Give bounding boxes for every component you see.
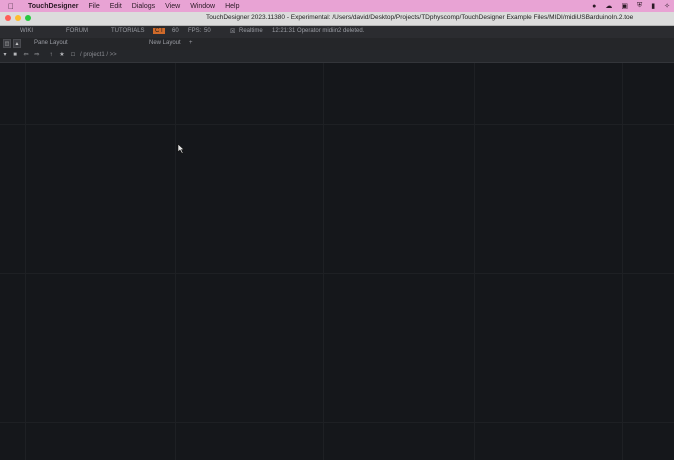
creative-cloud-icon[interactable]: ☁ bbox=[605, 2, 612, 10]
status-message: 12:21:31 Operator midiin2 deleted. bbox=[272, 28, 365, 34]
grid-line bbox=[175, 63, 176, 460]
tutorials-button[interactable]: TUTORIALS bbox=[111, 28, 145, 34]
grid-line bbox=[323, 63, 324, 460]
perf-value: 60 bbox=[172, 28, 179, 34]
chevron-down-icon[interactable]: ▾ bbox=[1, 51, 9, 60]
fps-label: FPS: bbox=[188, 28, 202, 34]
menu-help[interactable]: Help bbox=[225, 3, 239, 10]
realtime-checkbox-icon[interactable]: ☒ bbox=[230, 28, 235, 35]
window-title: TouchDesigner 2023.11380 - Experimental:… bbox=[206, 14, 634, 21]
record-icon[interactable]: ● bbox=[592, 3, 596, 10]
new-layout-button[interactable]: New Layout bbox=[149, 40, 181, 46]
pane-split-icon[interactable]: ◫ bbox=[3, 39, 11, 48]
shield-icon[interactable]: ⛨ bbox=[637, 2, 642, 10]
forum-button[interactable]: FORUM bbox=[66, 28, 88, 34]
network-path[interactable]: / project1 / >> bbox=[80, 52, 117, 58]
menu-file[interactable]: File bbox=[88, 3, 99, 10]
network-nav-bar: ▾ ■ ⇦ ⇨ ↑ ★ □ / project1 / >> bbox=[0, 50, 674, 63]
up-icon[interactable]: ↑ bbox=[47, 51, 55, 60]
pane-type-icon[interactable]: ▲ bbox=[13, 39, 21, 48]
grid-line bbox=[25, 63, 26, 460]
grid-line bbox=[0, 422, 674, 423]
app-icon[interactable]: ▣ bbox=[621, 2, 628, 10]
app-menu[interactable]: TouchDesigner bbox=[28, 3, 78, 10]
battery-icon[interactable]: ▮ bbox=[651, 2, 655, 10]
minimize-button[interactable] bbox=[15, 15, 21, 21]
grid-line bbox=[622, 63, 623, 460]
forward-icon[interactable]: ⇨ bbox=[33, 51, 41, 60]
zoom-button[interactable] bbox=[25, 15, 31, 21]
menu-window[interactable]: Window bbox=[190, 3, 215, 10]
wiki-button[interactable]: WIKI bbox=[20, 28, 33, 34]
menu-edit[interactable]: Edit bbox=[110, 3, 122, 10]
pane-layout-button[interactable]: Pane Layout bbox=[34, 40, 68, 46]
grid-line bbox=[0, 124, 674, 125]
close-button[interactable] bbox=[5, 15, 11, 21]
apple-icon[interactable]:  bbox=[8, 2, 18, 11]
stop-icon[interactable]: ■ bbox=[11, 51, 19, 60]
add-layout-button[interactable]: + bbox=[189, 40, 193, 46]
realtime-label[interactable]: Realtime bbox=[239, 28, 263, 34]
menu-dialogs[interactable]: Dialogs bbox=[132, 3, 155, 10]
mouse-cursor-icon bbox=[177, 144, 185, 154]
grid-line bbox=[0, 273, 674, 274]
menu-bar:  TouchDesigner File Edit Dialogs View W… bbox=[0, 0, 674, 12]
bluetooth-icon[interactable]: ✧ bbox=[664, 2, 670, 10]
back-icon[interactable]: ⇦ bbox=[22, 51, 30, 60]
menu-view[interactable]: View bbox=[165, 3, 180, 10]
perf-indicator[interactable]: C I bbox=[153, 28, 165, 34]
grid-line bbox=[474, 63, 475, 460]
fps-value: 50 bbox=[204, 28, 211, 34]
window-titlebar: TouchDesigner 2023.11380 - Experimental:… bbox=[0, 12, 674, 26]
bookmark-icon[interactable]: ★ bbox=[58, 51, 66, 60]
status-tray: ● ☁ ▣ ⛨ ▮ ✧ bbox=[592, 0, 670, 12]
network-editor[interactable] bbox=[0, 63, 674, 460]
folder-icon[interactable]: □ bbox=[69, 51, 77, 60]
